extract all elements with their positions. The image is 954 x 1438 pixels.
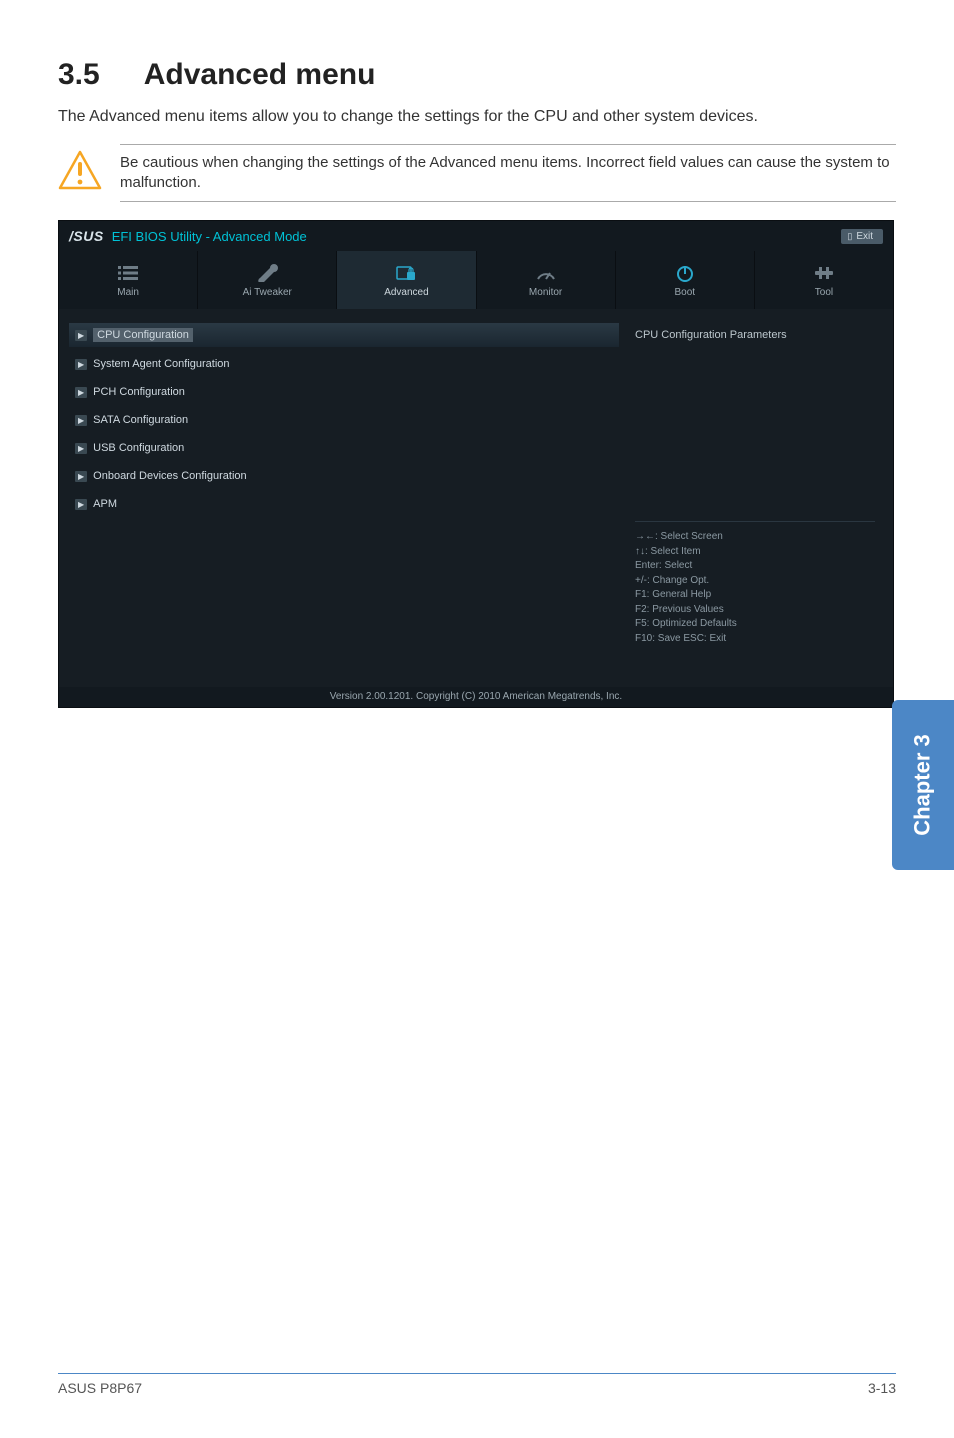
caution-callout: Be cautious when changing the settings o…: [58, 144, 896, 203]
tab-main[interactable]: Main: [59, 251, 198, 309]
chip-lock-icon: [395, 263, 417, 283]
help-line: ↑↓: Select Item: [635, 545, 875, 560]
side-panel: CPU Configuration Parameters →←: Select …: [627, 323, 883, 687]
help-line: +/-: Change Opt.: [635, 574, 875, 589]
bios-screenshot: /SUS EFI BIOS Utility - Advanced Mode ▯ …: [58, 220, 894, 708]
help-line: F2: Previous Values: [635, 603, 875, 618]
chapter-label: Chapter 3: [910, 734, 936, 835]
tool-icon: [813, 263, 835, 283]
menu-label: System Agent Configuration: [93, 358, 229, 370]
list-icon: [117, 263, 139, 283]
bios-utility-name: EFI BIOS Utility - Advanced Mode: [112, 229, 307, 244]
intro-text: The Advanced menu items allow you to cha…: [58, 106, 896, 128]
help-line: F5: Optimized Defaults: [635, 617, 875, 632]
menu-label: SATA Configuration: [93, 414, 188, 426]
tab-label: Ai Tweaker: [243, 287, 292, 298]
bios-title-bar: /SUS EFI BIOS Utility - Advanced Mode ▯ …: [59, 221, 893, 251]
chevron-right-icon: ▶: [75, 359, 87, 370]
menu-list: ▶ CPU Configuration ▶ System Agent Confi…: [69, 323, 619, 687]
menu-label: Onboard Devices Configuration: [93, 470, 246, 482]
chevron-right-icon: ▶: [75, 415, 87, 426]
divider: [635, 521, 875, 522]
menu-item-cpu-configuration[interactable]: ▶ CPU Configuration: [69, 323, 619, 347]
tab-label: Boot: [674, 287, 695, 298]
menu-item-onboard-devices-configuration[interactable]: ▶ Onboard Devices Configuration: [69, 465, 619, 487]
side-panel-title: CPU Configuration Parameters: [635, 329, 875, 341]
tab-boot[interactable]: Boot: [616, 251, 755, 309]
wrench-icon: [256, 263, 278, 283]
exit-icon: ▯: [847, 231, 852, 242]
menu-label: APM: [93, 498, 117, 510]
tab-label: Tool: [815, 287, 833, 298]
menu-item-pch-configuration[interactable]: ▶ PCH Configuration: [69, 381, 619, 403]
caution-icon: [58, 144, 102, 195]
section-heading: 3.5 Advanced menu: [58, 58, 896, 92]
tab-tool[interactable]: Tool: [755, 251, 893, 309]
exit-label: Exit: [856, 231, 873, 242]
chevron-right-icon: ▶: [75, 471, 87, 482]
section-title: Advanced menu: [144, 58, 376, 92]
chevron-right-icon: ▶: [75, 499, 87, 510]
gauge-icon: [535, 263, 557, 283]
chevron-right-icon: ▶: [75, 443, 87, 454]
menu-item-apm[interactable]: ▶ APM: [69, 493, 619, 515]
menu-item-system-agent-configuration[interactable]: ▶ System Agent Configuration: [69, 353, 619, 375]
bios-footer: Version 2.00.1201. Copyright (C) 2010 Am…: [59, 687, 893, 707]
menu-label: USB Configuration: [93, 442, 184, 454]
help-line: Enter: Select: [635, 559, 875, 574]
help-line: F10: Save ESC: Exit: [635, 632, 875, 647]
menu-item-usb-configuration[interactable]: ▶ USB Configuration: [69, 437, 619, 459]
menu-label: PCH Configuration: [93, 386, 185, 398]
tab-ai-tweaker[interactable]: Ai Tweaker: [198, 251, 337, 309]
chevron-right-icon: ▶: [75, 330, 87, 341]
exit-button[interactable]: ▯ Exit: [841, 229, 883, 244]
power-icon: [674, 263, 696, 283]
menu-item-sata-configuration[interactable]: ▶ SATA Configuration: [69, 409, 619, 431]
chevron-right-icon: ▶: [75, 387, 87, 398]
help-list: →←: Select Screen ↑↓: Select Item Enter:…: [635, 530, 875, 646]
tab-label: Monitor: [529, 287, 562, 298]
tab-monitor[interactable]: Monitor: [477, 251, 616, 309]
section-number: 3.5: [58, 58, 100, 92]
chapter-side-tab: Chapter 3: [892, 700, 954, 870]
divider: [120, 201, 896, 202]
caution-text: Be cautious when changing the settings o…: [120, 145, 896, 202]
page-footer: ASUS P8P67 3-13: [58, 1373, 896, 1396]
tab-advanced[interactable]: Advanced: [337, 251, 476, 309]
menu-label: CPU Configuration: [93, 328, 193, 342]
help-line: →←: Select Screen: [635, 530, 875, 545]
footer-left: ASUS P8P67: [58, 1380, 142, 1396]
help-line: F1: General Help: [635, 588, 875, 603]
bios-brand: /SUS: [69, 228, 104, 244]
tab-label: Main: [117, 287, 139, 298]
tab-bar: Main Ai Tweaker Advanced Monitor: [59, 251, 893, 309]
footer-right: 3-13: [868, 1380, 896, 1396]
tab-label: Advanced: [384, 287, 428, 298]
